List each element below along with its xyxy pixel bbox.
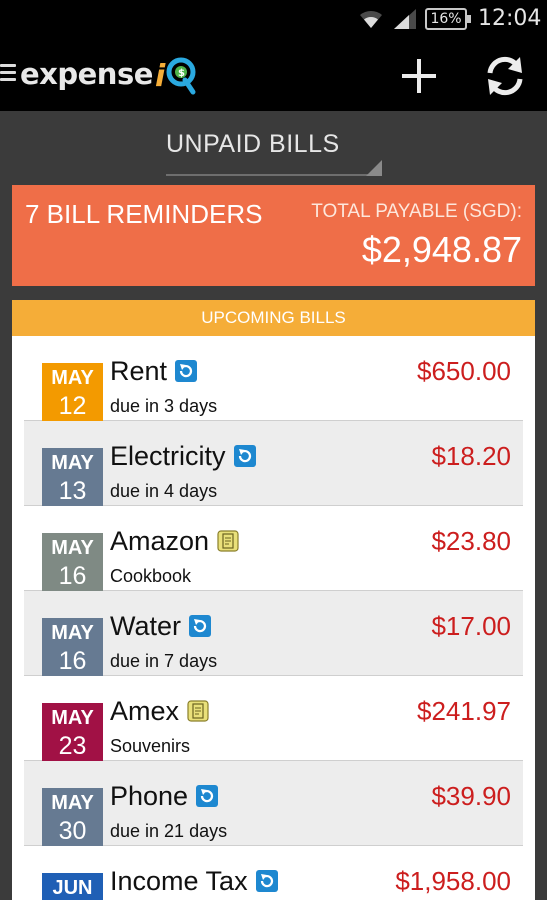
date-badge: MAY 16 <box>42 618 103 678</box>
bill-amount: $241.97 <box>417 696 511 726</box>
badge-day: 16 <box>58 647 87 675</box>
bill-subtitle: due in 7 days <box>110 651 218 671</box>
recurring-icon <box>233 445 256 467</box>
bill-name: Rent <box>110 355 168 386</box>
badge-day: 23 <box>58 732 87 760</box>
bill-subtitle: due in 21 days <box>110 821 228 841</box>
bill-filter-spinner[interactable]: UNPAID BILLS <box>166 126 382 178</box>
status-bar: 16% 12:04 <box>0 0 547 38</box>
spinner-underline <box>166 174 382 176</box>
battery-indicator: 16% <box>425 8 471 30</box>
bill-row[interactable]: MAY 16 Water due in 7 days $17.00 <box>24 591 523 678</box>
badge-month: MAY <box>51 792 94 814</box>
date-badge: MAY 16 <box>42 533 103 593</box>
menu-icon[interactable] <box>0 64 16 84</box>
bills-panel: UPCOMING BILLS MAY 12 Rent due in 3 days… <box>12 300 535 900</box>
spinner-selected-value: UNPAID BILLS <box>166 130 340 158</box>
badge-month: MAY <box>51 622 94 644</box>
note-icon <box>187 700 209 722</box>
bill-name: Amazon <box>110 525 210 556</box>
recurring-icon <box>255 870 278 892</box>
note-icon <box>217 530 239 552</box>
bill-row[interactable]: MAY 12 Rent due in 3 days $650.00 <box>24 336 523 423</box>
bill-subtitle: due in 4 days <box>110 481 218 501</box>
action-bar: expense i $ <box>0 38 547 111</box>
bill-row[interactable]: MAY 16 Amazon Cookbook $23.80 <box>24 506 523 593</box>
bill-name: Electricity <box>110 440 226 471</box>
badge-month: MAY <box>51 707 94 729</box>
refresh-icon <box>487 56 523 96</box>
date-badge: MAY 23 <box>42 703 103 763</box>
badge-day: 16 <box>58 562 87 590</box>
bill-row[interactable]: JUN Income Tax $1,958.00 <box>24 846 523 900</box>
badge-month: JUN <box>52 877 93 899</box>
badge-month: MAY <box>51 452 94 474</box>
svg-text:$: $ <box>178 68 185 79</box>
bill-name: Amex <box>110 695 180 726</box>
plus-icon <box>402 59 436 93</box>
bill-amount: $23.80 <box>431 526 511 556</box>
date-badge: MAY 12 <box>42 363 103 423</box>
bill-row[interactable]: MAY 13 Electricity due in 4 days $18.20 <box>24 421 523 508</box>
summary-card: 7 BILL REMINDERS TOTAL PAYABLE (SGD): $2… <box>12 185 535 286</box>
bill-subtitle: Cookbook <box>110 566 192 586</box>
badge-day: 30 <box>58 817 87 845</box>
logo-text: expense <box>20 57 153 91</box>
bill-subtitle: Souvenirs <box>110 736 191 756</box>
bill-amount: $18.20 <box>431 441 511 471</box>
recurring-icon <box>196 785 219 807</box>
bill-name: Phone <box>110 780 189 811</box>
bill-amount: $17.00 <box>431 611 511 641</box>
recurring-icon <box>189 615 212 637</box>
add-button[interactable] <box>396 53 442 99</box>
dropdown-arrow-icon <box>366 160 382 176</box>
date-badge: MAY 30 <box>42 788 103 848</box>
refresh-button[interactable] <box>482 53 528 99</box>
clock: 12:04 <box>478 6 542 31</box>
badge-day: 12 <box>58 392 87 420</box>
svg-text:i: i <box>155 59 166 94</box>
bill-reminder-count: 7 BILL REMINDERS <box>25 199 263 229</box>
badge-month: MAY <box>51 367 94 389</box>
bill-subtitle: due in 3 days <box>110 396 218 416</box>
signal-icon <box>392 9 418 35</box>
bill-amount: $650.00 <box>417 356 511 386</box>
recurring-icon <box>175 360 198 382</box>
logo-iq-mark: i $ <box>155 52 199 96</box>
bill-amount: $1,958.00 <box>395 866 511 896</box>
date-badge: JUN <box>42 873 103 900</box>
total-payable-value: $2,948.87 <box>361 229 522 270</box>
app-logo[interactable]: expense i $ <box>20 52 199 96</box>
bill-row[interactable]: MAY 23 Amex Souvenirs $241.97 <box>24 676 523 763</box>
badge-day: 13 <box>58 477 87 505</box>
date-badge: MAY 13 <box>42 448 103 508</box>
bill-amount: $39.90 <box>431 781 511 811</box>
bill-name: Water <box>110 610 182 641</box>
bill-name: Income Tax <box>110 865 248 896</box>
badge-month: MAY <box>51 537 94 559</box>
wifi-icon <box>358 8 384 34</box>
upcoming-bills-header: UPCOMING BILLS <box>12 300 535 336</box>
total-payable-label: TOTAL PAYABLE (SGD): <box>311 201 522 222</box>
bill-row[interactable]: MAY 30 Phone due in 21 days $39.90 <box>24 761 523 848</box>
